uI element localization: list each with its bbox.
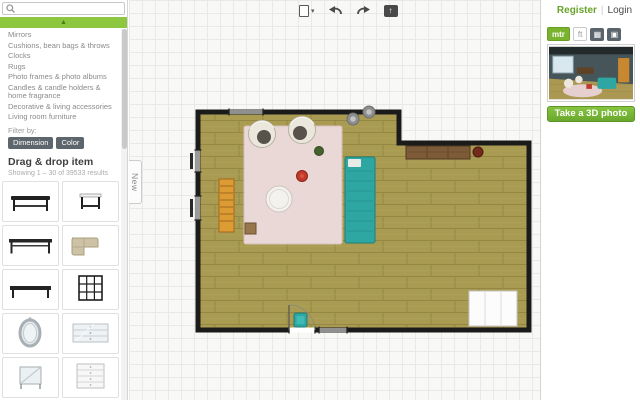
- search-box[interactable]: [2, 2, 125, 15]
- walls-toggle-button[interactable]: ▣: [607, 28, 621, 41]
- product-thumbnail-mirror-ornate-silver[interactable]: [2, 313, 59, 354]
- product-thumbnail-cube-shelving-black[interactable]: [62, 269, 119, 310]
- armchair-white-2[interactable]: [289, 117, 316, 144]
- right-panel: Register | Login mtr ft ▦ ▣: [540, 0, 640, 400]
- window-left-1[interactable]: [195, 150, 202, 172]
- product-thumbnail-coffee-table-black[interactable]: [2, 181, 59, 222]
- sectional-rug-white[interactable]: [469, 291, 517, 326]
- imperial-units-button[interactable]: ft: [573, 27, 587, 41]
- product-thumbnail-corner-sofa-beige[interactable]: [62, 225, 119, 266]
- chest-of-drawers-white-image: [64, 359, 117, 396]
- category-item-decorative[interactable]: Decorative & living accessories: [0, 102, 118, 113]
- floorplan-canvas[interactable]: ▾ ↑: [129, 0, 540, 400]
- 3d-preview-image: [549, 46, 633, 100]
- bookshelf-orange[interactable]: [219, 179, 234, 232]
- color-filter-button[interactable]: Color: [56, 137, 84, 149]
- window-bottom[interactable]: [319, 327, 347, 334]
- daybed-teal[interactable]: [345, 157, 375, 243]
- side-table-glass-image: [4, 359, 57, 396]
- search-input[interactable]: [17, 4, 117, 13]
- sidebar-scrollbar-thumb[interactable]: [122, 29, 127, 149]
- grid-icon: ▦: [594, 30, 602, 39]
- stool-gray-1[interactable]: [347, 113, 359, 125]
- undo-icon: [328, 5, 343, 17]
- window-top[interactable]: [229, 109, 263, 116]
- redo-button[interactable]: [356, 5, 371, 17]
- dresser-mirrored-image: [64, 315, 117, 352]
- search-icon: [6, 4, 15, 13]
- product-thumbnail-chest-of-drawers-white[interactable]: [62, 357, 119, 398]
- corner-sofa-beige-image: [64, 227, 117, 264]
- category-item-photo-frames[interactable]: Photo frames & photo albums: [0, 72, 118, 83]
- new-document-icon: [299, 5, 309, 17]
- units-toolbar: mtr ft ▦ ▣: [547, 27, 621, 41]
- plant-pot[interactable]: [315, 147, 324, 156]
- chair-teal-door[interactable]: [294, 313, 307, 327]
- metric-units-button[interactable]: mtr: [547, 27, 570, 41]
- floorplan-drawing[interactable]: [129, 0, 540, 400]
- product-thumbnail-side-table-glass[interactable]: [2, 357, 59, 398]
- category-item-candles[interactable]: Candles & candle holders & home fragranc…: [0, 83, 118, 102]
- cube-shelving-black-image: [64, 271, 117, 308]
- stool-gray-2[interactable]: [363, 106, 375, 118]
- stool-red[interactable]: [297, 171, 308, 182]
- product-thumbnail-dresser-mirrored[interactable]: [62, 313, 119, 354]
- product-thumbnail-coffee-table-low-black[interactable]: [2, 269, 59, 310]
- room-planner-app: ▲ Mirrors Cushions, bean bags & throws C…: [0, 0, 640, 400]
- share-icon: ↑: [384, 5, 398, 17]
- category-item-cushions[interactable]: Cushions, bean bags & throws: [0, 41, 118, 52]
- new-document-button[interactable]: ▾: [299, 5, 315, 17]
- radiator-2: [190, 199, 193, 217]
- coffee-table-low-black-image: [4, 271, 57, 308]
- category-item-rugs[interactable]: Rugs: [0, 62, 118, 73]
- walls-icon: ▣: [611, 30, 619, 39]
- armchair-white-1[interactable]: [249, 121, 276, 148]
- 3d-preview[interactable]: [547, 44, 635, 102]
- console-table-dark-image: [4, 227, 57, 264]
- category-item-mirrors[interactable]: Mirrors: [0, 30, 118, 41]
- grid-toggle-button[interactable]: ▦: [590, 28, 604, 41]
- take-3d-photo-button[interactable]: Take a 3D photo: [547, 106, 635, 122]
- round-table-white[interactable]: [266, 186, 292, 212]
- redo-icon: [356, 5, 371, 17]
- auth-divider: |: [601, 5, 604, 16]
- caret-down-icon: ▾: [311, 7, 315, 15]
- product-grid: [2, 181, 127, 398]
- sideboard-wood[interactable]: [406, 146, 470, 159]
- bowl-dark-red[interactable]: [473, 147, 483, 157]
- drag-drop-title: Drag & drop item: [8, 156, 127, 168]
- collapse-arrow-icon: ▲: [60, 19, 67, 26]
- product-thumbnail-side-table-black[interactable]: [62, 181, 119, 222]
- side-table-wood[interactable]: [245, 223, 256, 234]
- radiator-1: [190, 153, 193, 169]
- category-collapse-bar[interactable]: ▲: [0, 17, 127, 28]
- sidebar-scrollbar[interactable]: [121, 29, 127, 400]
- new-design-tab[interactable]: New: [129, 160, 142, 204]
- filter-buttons-row: Dimension Color: [8, 137, 127, 149]
- side-table-black-image: [64, 183, 117, 220]
- category-list: Mirrors Cushions, bean bags & throws Clo…: [0, 30, 118, 123]
- results-count-text: Showing 1 – 30 of 39533 results: [8, 170, 127, 177]
- filter-by-label: Filter by:: [8, 126, 127, 135]
- window-left-2[interactable]: [195, 196, 202, 220]
- canvas-toolbar: ▾ ↑: [299, 2, 398, 19]
- register-link[interactable]: Register: [557, 5, 597, 16]
- share-design-button[interactable]: ↑: [384, 5, 398, 17]
- dimension-filter-button[interactable]: Dimension: [8, 137, 53, 149]
- auth-links: Register | Login: [557, 5, 632, 16]
- undo-button[interactable]: [328, 5, 343, 17]
- mirror-ornate-silver-image: [4, 315, 57, 352]
- login-link[interactable]: Login: [608, 5, 632, 16]
- new-tab-label: New: [130, 173, 140, 192]
- category-item-clocks[interactable]: Clocks: [0, 51, 118, 62]
- coffee-table-black-image: [4, 183, 57, 220]
- category-item-living-room[interactable]: Living room furniture: [0, 112, 118, 123]
- catalog-sidebar: ▲ Mirrors Cushions, bean bags & throws C…: [0, 0, 128, 400]
- product-thumbnail-console-table-dark[interactable]: [2, 225, 59, 266]
